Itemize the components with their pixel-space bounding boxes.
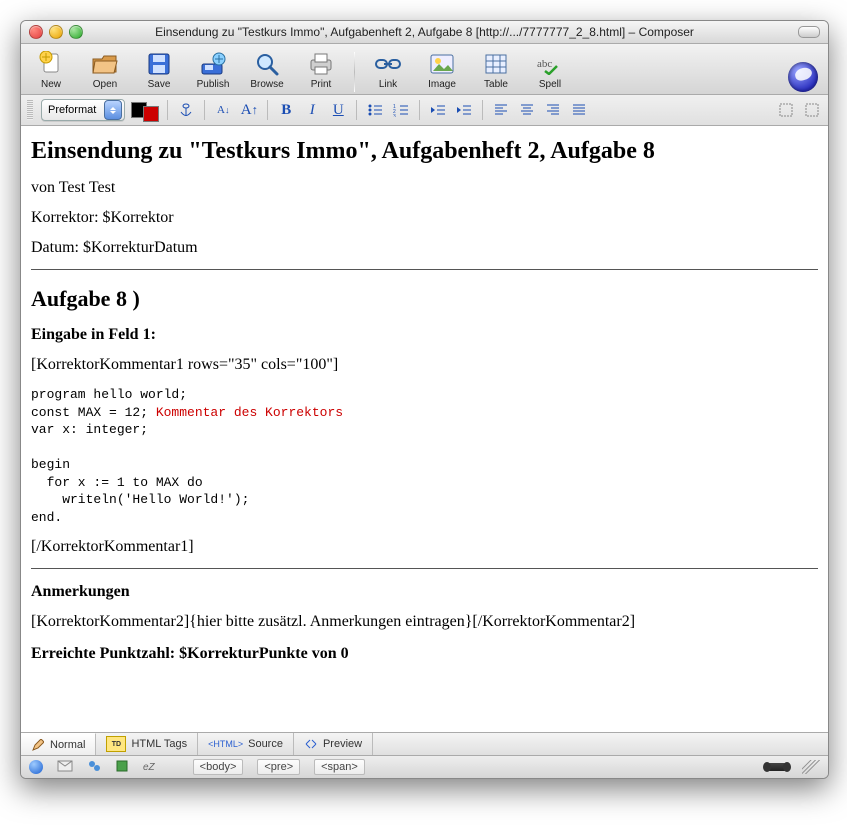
align-left-button[interactable]: [491, 100, 511, 120]
print-button[interactable]: Print: [297, 48, 345, 92]
ez-icon[interactable]: eZ: [143, 762, 155, 773]
align-right-button[interactable]: [543, 100, 563, 120]
save-icon: [143, 50, 175, 78]
table-button[interactable]: Table: [472, 48, 520, 92]
new-icon: [35, 50, 67, 78]
anmerkungen-heading: Anmerkungen: [31, 583, 818, 601]
image-icon: [426, 50, 458, 78]
open-button[interactable]: Open: [81, 48, 129, 92]
indent-button[interactable]: [454, 100, 474, 120]
dropdown-arrows-icon: [104, 100, 122, 120]
doc-aufgabe: Aufgabe 8 ): [31, 286, 818, 312]
print-icon: [305, 50, 337, 78]
link-icon: [372, 50, 404, 78]
tab-html-tags[interactable]: TD HTML Tags: [96, 733, 198, 755]
save-button[interactable]: Save: [135, 48, 183, 92]
divider: [31, 568, 818, 569]
addressbook-icon[interactable]: [115, 759, 129, 776]
doc-korrektor: Korrektor: $Korrektor: [31, 209, 818, 227]
code-block: program hello world; const MAX = 12; Kom…: [31, 386, 818, 526]
increase-font-button[interactable]: A↑: [239, 100, 259, 120]
toolbar-separator: [354, 52, 355, 92]
image-button[interactable]: Image: [418, 48, 466, 92]
publish-icon: [197, 50, 229, 78]
tab-normal[interactable]: Normal: [21, 733, 96, 755]
preview-icon: [304, 737, 318, 751]
crumb-body[interactable]: <body>: [193, 759, 244, 775]
table-icon: [480, 50, 512, 78]
doc-heading: Einsendung zu "Testkurs Immo", Aufgabenh…: [31, 138, 818, 165]
zoom-button[interactable]: [69, 25, 83, 39]
html-badge-icon: <HTML>: [208, 739, 243, 749]
outdent-button[interactable]: [428, 100, 448, 120]
underline-button[interactable]: U: [328, 100, 348, 120]
window-title: Einsendung zu "Testkurs Immo", Aufgabenh…: [29, 25, 820, 39]
open-icon: [89, 50, 121, 78]
traffic-lights: [29, 25, 83, 39]
minimize-button[interactable]: [49, 25, 63, 39]
status-bar: eZ <body> <pre> <span>: [21, 756, 828, 778]
td-badge-icon: TD: [106, 736, 126, 752]
resize-grip[interactable]: [802, 760, 820, 774]
link-button[interactable]: Link: [364, 48, 412, 92]
format-toolbar: Preformat A↓ A↑ B I U 123: [21, 95, 828, 126]
svg-text:abc: abc: [537, 58, 552, 70]
browse-icon: [251, 50, 283, 78]
italic-button[interactable]: I: [302, 100, 322, 120]
divider: [31, 269, 818, 270]
korrektor-comment: Kommentar des Korrektors: [156, 405, 343, 420]
publish-button[interactable]: Publish: [189, 48, 237, 92]
align-center-button[interactable]: [517, 100, 537, 120]
numbered-list-button[interactable]: 123: [391, 100, 411, 120]
spell-button[interactable]: abc Spell: [526, 48, 574, 92]
editor-content[interactable]: Einsendung zu "Testkurs Immo", Aufgabenh…: [21, 126, 828, 733]
pencil-icon: [31, 738, 45, 752]
decrease-font-button[interactable]: A↓: [213, 100, 233, 120]
align-justify-button[interactable]: [569, 100, 589, 120]
anchor-button[interactable]: [176, 100, 196, 120]
browser-icon[interactable]: [29, 760, 43, 774]
crumb-span[interactable]: <span>: [314, 759, 365, 775]
offline-icon[interactable]: [766, 763, 788, 771]
spell-icon: abc: [534, 50, 566, 78]
main-toolbar: New Open Save Publish Browse: [21, 44, 828, 95]
bold-button[interactable]: B: [276, 100, 296, 120]
view-tabs: Normal TD HTML Tags <HTML> Source Previe…: [21, 733, 828, 756]
doc-author: von Test Test: [31, 179, 818, 197]
toolbar-grip[interactable]: [27, 100, 33, 120]
doc-eingabe: Eingabe in Feld 1:: [31, 326, 818, 344]
close-button[interactable]: [29, 25, 43, 39]
mail-icon[interactable]: [57, 760, 73, 775]
tab-preview[interactable]: Preview: [294, 733, 373, 755]
crumb-pre[interactable]: <pre>: [257, 759, 300, 775]
anmerkungen-line: [KorrektorKommentar2]{hier bitte zusätzl…: [31, 613, 818, 631]
background-color-swatch[interactable]: [143, 106, 159, 122]
komm-open: [KorrektorKommentar1 rows="35" cols="100…: [31, 356, 818, 374]
titlebar: Einsendung zu "Testkurs Immo", Aufgabenh…: [21, 21, 828, 44]
extra-button-1[interactable]: [776, 100, 796, 120]
punkte-line: Erreichte Punktzahl: $KorrekturPunkte vo…: [31, 645, 818, 663]
seamonkey-throbber-icon: [788, 62, 818, 92]
svg-text:3: 3: [393, 114, 396, 117]
new-button[interactable]: New: [27, 48, 75, 92]
browse-button[interactable]: Browse: [243, 48, 291, 92]
composer-window: Einsendung zu "Testkurs Immo", Aufgabenh…: [20, 20, 829, 779]
tab-source[interactable]: <HTML> Source: [198, 733, 294, 755]
doc-datum: Datum: $KorrekturDatum: [31, 239, 818, 257]
chat-icon[interactable]: [87, 759, 101, 776]
paragraph-format-select[interactable]: Preformat: [41, 99, 125, 121]
toolbar-toggle-pill[interactable]: [798, 26, 820, 38]
komm-close: [/KorrektorKommentar1]: [31, 538, 818, 556]
extra-button-2[interactable]: [802, 100, 822, 120]
bullet-list-button[interactable]: [365, 100, 385, 120]
